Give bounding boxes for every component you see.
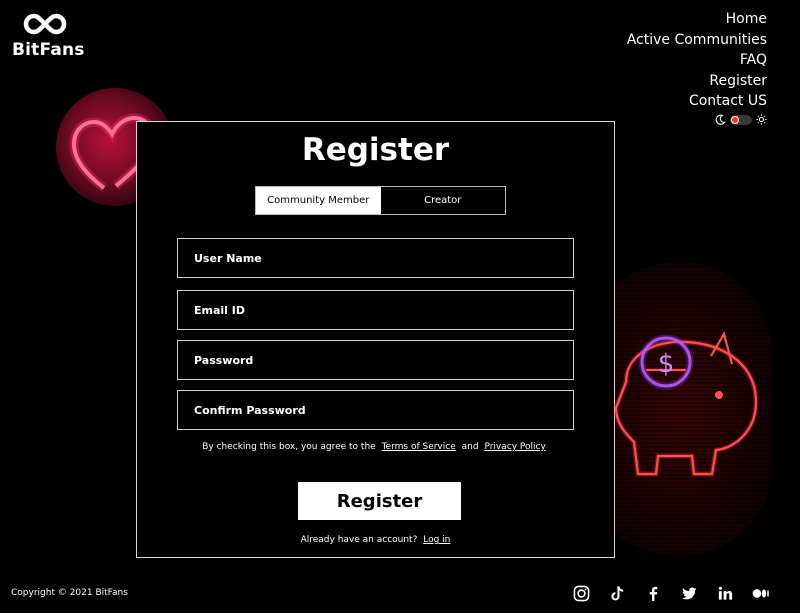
login-link[interactable]: Log in [423, 535, 450, 545]
login-prompt-text: Already have an account? [300, 535, 418, 545]
password-input[interactable] [177, 340, 574, 380]
theme-toggle-track[interactable] [730, 114, 752, 125]
facebook-icon[interactable] [644, 584, 662, 602]
neon-piggy-bank-image: $ [586, 262, 772, 556]
nav-active-communities[interactable]: Active Communities [627, 30, 767, 51]
main-nav: Home Active Communities FAQ Register Con… [627, 9, 767, 112]
confirm-password-input[interactable] [177, 390, 574, 430]
svg-text:$: $ [658, 349, 675, 379]
theme-toggle-knob [731, 115, 739, 124]
moon-icon [715, 114, 726, 125]
terms-and: and [461, 442, 479, 452]
piggy-bank-icon: $ [613, 331, 759, 477]
username-input[interactable] [177, 238, 574, 278]
infinity-logo-icon [23, 13, 67, 35]
tab-creator[interactable]: Creator [380, 187, 505, 214]
sun-icon [756, 114, 767, 125]
account-type-tabs: Community Member Creator [255, 186, 506, 215]
instagram-icon[interactable] [572, 584, 590, 602]
email-input[interactable] [177, 290, 574, 330]
social-links [572, 584, 770, 602]
nav-home[interactable]: Home [627, 9, 767, 30]
tiktok-icon[interactable] [608, 584, 626, 602]
medium-icon[interactable] [752, 584, 770, 602]
linkedin-icon[interactable] [716, 584, 734, 602]
copyright-text: Copyright © 2021 BitFans [11, 588, 128, 598]
theme-toggle[interactable] [715, 114, 767, 125]
login-prompt: Already have an account? Log in [137, 535, 614, 545]
nav-contact-us[interactable]: Contact US [627, 91, 767, 112]
twitter-icon[interactable] [680, 584, 698, 602]
brand-logo[interactable]: BitFans [12, 12, 92, 60]
terms-of-service-link[interactable]: Terms of Service [382, 442, 456, 452]
brand-name: BitFans [12, 40, 85, 60]
terms-prefix: By checking this box, you agree to the [202, 442, 376, 452]
register-button[interactable]: Register [298, 482, 461, 520]
privacy-policy-link[interactable]: Privacy Policy [484, 442, 545, 452]
register-card: Register Community Member Creator By che… [136, 121, 615, 558]
nav-faq[interactable]: FAQ [627, 50, 767, 71]
page-title: Register [301, 132, 450, 168]
terms-text: By checking this box, you agree to the T… [137, 442, 614, 452]
tab-community-member[interactable]: Community Member [256, 187, 381, 214]
nav-register[interactable]: Register [627, 71, 767, 92]
